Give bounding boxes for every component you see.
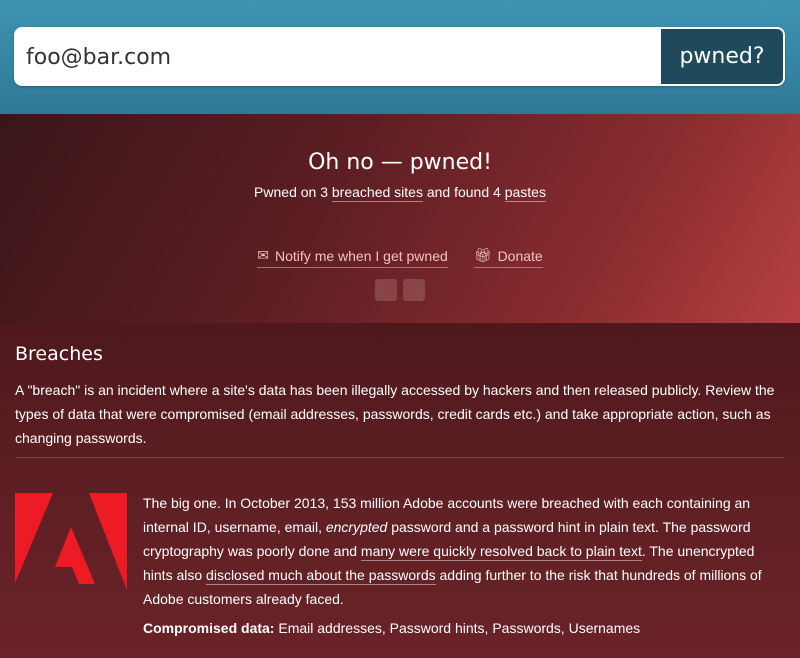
notify-label: Notify me when I get pwned bbox=[275, 247, 448, 264]
breaches-section: Breaches A "breach" is an incident where… bbox=[0, 323, 800, 658]
notify-me-link[interactable]: ✉ Notify me when I get pwned bbox=[257, 247, 448, 268]
breach-text-emphasis: encrypted bbox=[325, 519, 388, 535]
summary-middle: and found 4 bbox=[426, 184, 501, 200]
breached-sites-link[interactable]: breached sites bbox=[331, 184, 423, 202]
divider bbox=[15, 457, 785, 458]
search-form: pwned? bbox=[14, 27, 785, 86]
pwned-result-banner: Oh no — pwned! Pwned on 3 breached sites… bbox=[0, 114, 800, 323]
email-search-input[interactable] bbox=[14, 27, 660, 86]
disclosed-passwords-link[interactable]: disclosed much about the passwords bbox=[206, 567, 436, 585]
facebook-icon[interactable]: f bbox=[375, 279, 397, 301]
donate-label: Donate bbox=[497, 247, 543, 264]
breaches-heading: Breaches bbox=[15, 343, 103, 365]
action-row: ✉ Notify me when I get pwned 🎁︎ Donate bbox=[0, 247, 800, 268]
compromised-value: Email addresses, Password hints, Passwor… bbox=[278, 620, 641, 636]
result-summary: Pwned on 3 breached sites and found 4 pa… bbox=[0, 184, 800, 202]
gift-icon: 🎁︎ bbox=[473, 247, 492, 263]
social-share-row: f t bbox=[0, 279, 800, 301]
adobe-logo bbox=[15, 493, 127, 590]
donate-link[interactable]: 🎁︎ Donate bbox=[473, 247, 543, 268]
pastes-link[interactable]: pastes bbox=[504, 184, 546, 202]
resolved-passwords-link[interactable]: many were quickly resolved back to plain… bbox=[360, 543, 642, 561]
compromised-data: Compromised data: Email addresses, Passw… bbox=[143, 620, 783, 636]
summary-prefix: Pwned on 3 bbox=[254, 184, 328, 200]
compromised-label: Compromised data: bbox=[143, 620, 275, 636]
breach-description: The big one. In October 2013, 153 millio… bbox=[143, 491, 773, 611]
twitter-icon[interactable]: t bbox=[403, 279, 425, 301]
pwned-button[interactable]: pwned? bbox=[661, 29, 783, 84]
search-band: pwned? bbox=[0, 0, 800, 114]
envelope-icon: ✉ bbox=[257, 247, 270, 263]
breaches-intro: A "breach" is an incident where a site's… bbox=[15, 382, 775, 446]
result-title: Oh no — pwned! bbox=[308, 150, 492, 175]
